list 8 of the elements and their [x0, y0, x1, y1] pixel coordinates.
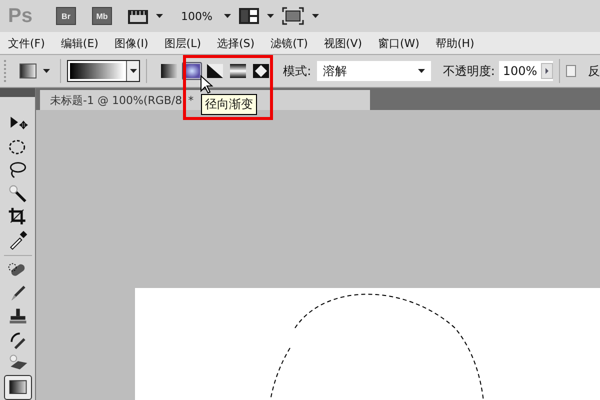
modified-mark: *	[188, 94, 194, 106]
mode-label: 模式:	[283, 62, 312, 80]
opacity-label: 不透明度:	[442, 62, 495, 80]
document-title: 未标题-1 @ 100%(RGB/8	[50, 92, 182, 108]
tooltip: 径向渐变	[201, 94, 257, 115]
reverse-label: 反	[588, 62, 600, 80]
app-logo: Ps	[8, 4, 34, 28]
mode-value: 溶解	[323, 62, 348, 80]
